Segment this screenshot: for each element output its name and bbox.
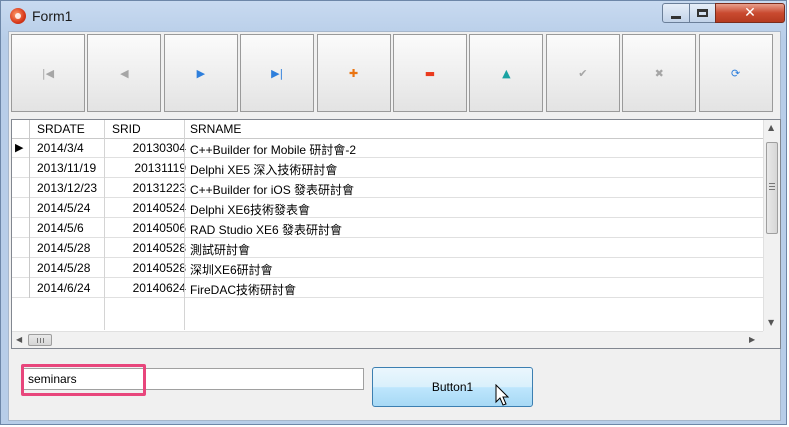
post-edit-icon: ✔	[578, 66, 588, 80]
insert-record-icon: ✚	[348, 66, 359, 80]
cell-srname[interactable]: 深圳XE6研討會	[190, 261, 273, 278]
row-indicator-cell	[12, 258, 30, 278]
cell-srdate[interactable]: 2014/3/4	[37, 141, 84, 155]
row-indicator-cell	[12, 278, 30, 298]
cell-srdate[interactable]: 2013/11/19	[37, 161, 96, 175]
minimize-button[interactable]	[662, 3, 690, 23]
column-header-srdate[interactable]: SRDATE	[37, 122, 85, 136]
cell-srname[interactable]: Delphi XE6技術發表會	[190, 201, 310, 218]
cell-srid[interactable]: 20140524	[108, 201, 186, 215]
cell-srname[interactable]: C++Builder for Mobile 研討會-2	[190, 141, 356, 158]
prior-record-button[interactable]: ◀	[87, 34, 162, 112]
cell-srdate[interactable]: 2014/6/24	[37, 281, 90, 295]
cancel-edit-button[interactable]: ✖	[622, 34, 697, 112]
cell-srdate[interactable]: 2014/5/28	[37, 261, 90, 275]
table-row[interactable]: 2014/5/24 20140524 Delphi XE6技術發表會	[12, 198, 772, 218]
table-row[interactable]: 2014/5/28 20140528 測試研討會	[12, 238, 772, 258]
refresh-data-button[interactable]: ⟳	[698, 34, 773, 112]
cell-srname[interactable]: FireDAC技術研討會	[190, 281, 296, 298]
first-record-icon: |◀	[41, 66, 55, 80]
highlight-box	[21, 364, 146, 396]
grip-line	[43, 338, 44, 343]
cell-srid[interactable]: 20140528	[108, 261, 186, 275]
grip-line	[769, 183, 775, 184]
cell-srid[interactable]: 20131119	[108, 161, 186, 175]
table-row[interactable]: 2014/6/24 20140624 FireDAC技術研討會	[12, 278, 772, 298]
cell-srid[interactable]: 20130304	[108, 141, 186, 155]
column-header-srid[interactable]: SRID	[112, 122, 141, 136]
vertical-scrollbar[interactable]: ▲ ▼	[763, 120, 780, 332]
current-row-indicator-icon: ▶	[15, 141, 24, 154]
close-button[interactable]: ✕	[715, 3, 785, 23]
delete-record-icon: ▬	[424, 66, 436, 80]
scroll-up-arrow-icon[interactable]: ▲	[768, 123, 774, 132]
row-indicator-cell	[12, 238, 30, 258]
form-client-area: |◀ ◀ ▶ ▶| ✚ ▬ ▲ ✔ ✖ ⟳ SRDATE SRID SRNAME ▶ 2014/3/…	[8, 31, 781, 421]
maximize-button[interactable]	[689, 3, 716, 23]
row-indicator-cell	[12, 178, 30, 198]
vertical-scroll-thumb[interactable]	[766, 142, 778, 234]
horizontal-scroll-thumb[interactable]	[28, 334, 52, 346]
cell-srdate[interactable]: 2014/5/24	[37, 201, 90, 215]
grip-line	[769, 189, 775, 190]
cell-srid[interactable]: 20131223	[108, 181, 186, 195]
cell-srname[interactable]: C++Builder for iOS 發表研討會	[190, 181, 354, 198]
minimize-icon	[671, 15, 681, 19]
table-row[interactable]: 2014/5/6 20140506 RAD Studio XE6 發表研討會	[12, 218, 772, 238]
cell-srname[interactable]: RAD Studio XE6 發表研討會	[190, 221, 342, 238]
cell-srid[interactable]: 20140528	[108, 241, 186, 255]
row-indicator-cell	[12, 158, 30, 178]
window-title: Form1	[32, 8, 73, 24]
next-record-button[interactable]: ▶	[163, 34, 238, 112]
scroll-right-arrow-icon[interactable]: ▶	[749, 335, 755, 344]
maximize-icon	[697, 9, 708, 17]
app-icon[interactable]	[10, 8, 26, 24]
column-header-srname[interactable]: SRNAME	[190, 122, 241, 136]
cancel-edit-icon: ✖	[654, 66, 664, 80]
table-row[interactable]: ▶ 2014/3/4 20130304 C++Builder for Mobile 研…	[12, 138, 772, 158]
horizontal-scrollbar[interactable]: ◀ ▶	[12, 331, 763, 348]
close-icon: ✕	[744, 5, 756, 21]
row-indicator-cell	[12, 218, 30, 238]
last-record-icon: ▶|	[271, 66, 284, 80]
row-indicator-cell: ▶	[12, 138, 30, 158]
db-navigator: |◀ ◀ ▶ ▶| ✚ ▬ ▲ ✔ ✖ ⟳	[11, 34, 782, 114]
grip-line	[37, 338, 38, 343]
grip-line	[40, 338, 41, 343]
delete-record-button[interactable]: ▬	[393, 34, 467, 112]
title-bar[interactable]: Form1 ✕	[1, 1, 786, 31]
last-record-button[interactable]: ▶|	[240, 34, 315, 112]
insert-record-button[interactable]: ✚	[316, 34, 391, 112]
table-row[interactable]: 2014/5/28 20140528 深圳XE6研討會	[12, 258, 772, 278]
grip-line	[769, 186, 775, 187]
first-record-button[interactable]: |◀	[11, 34, 85, 112]
cell-srid[interactable]: 20140624	[108, 281, 186, 295]
cell-srid[interactable]: 20140506	[108, 221, 186, 235]
table-row[interactable]: 2013/12/23 20131223 C++Builder for iOS 發表研…	[12, 178, 772, 198]
grid-header: SRDATE SRID SRNAME	[12, 120, 772, 139]
cell-srdate[interactable]: 2013/12/23	[37, 181, 97, 195]
table-row[interactable]: 2013/11/19 20131119 Delphi XE5 深入技術研討會	[12, 158, 772, 178]
scrollbar-corner	[763, 331, 780, 348]
column-divider	[184, 120, 185, 330]
next-record-icon: ▶	[196, 66, 206, 80]
cell-srname[interactable]: 測試研討會	[190, 241, 250, 258]
cell-srdate[interactable]: 2014/5/28	[37, 241, 90, 255]
scroll-left-arrow-icon[interactable]: ◀	[16, 335, 22, 344]
column-divider	[104, 120, 105, 330]
cell-srname[interactable]: Delphi XE5 深入技術研討會	[190, 161, 337, 178]
refresh-data-icon: ⟳	[730, 66, 741, 80]
edit-record-icon: ▲	[502, 66, 511, 80]
header-indicator-cell	[12, 120, 30, 138]
cell-srdate[interactable]: 2014/5/6	[37, 221, 84, 235]
main-window: Form1 ✕ |◀ ◀ ▶ ▶| ✚ ▬ ▲ ✔ ✖ ⟳ SRDATE SRID SRNAME …	[0, 0, 787, 425]
prior-record-icon: ◀	[120, 66, 129, 80]
edit-record-button[interactable]: ▲	[469, 34, 544, 112]
db-grid[interactable]: SRDATE SRID SRNAME ▶ 2014/3/4 20130304 C++B…	[11, 119, 781, 349]
row-indicator-cell	[12, 198, 30, 218]
scroll-down-arrow-icon[interactable]: ▼	[768, 318, 774, 327]
mouse-cursor-icon	[495, 384, 510, 406]
post-edit-button[interactable]: ✔	[545, 34, 620, 112]
